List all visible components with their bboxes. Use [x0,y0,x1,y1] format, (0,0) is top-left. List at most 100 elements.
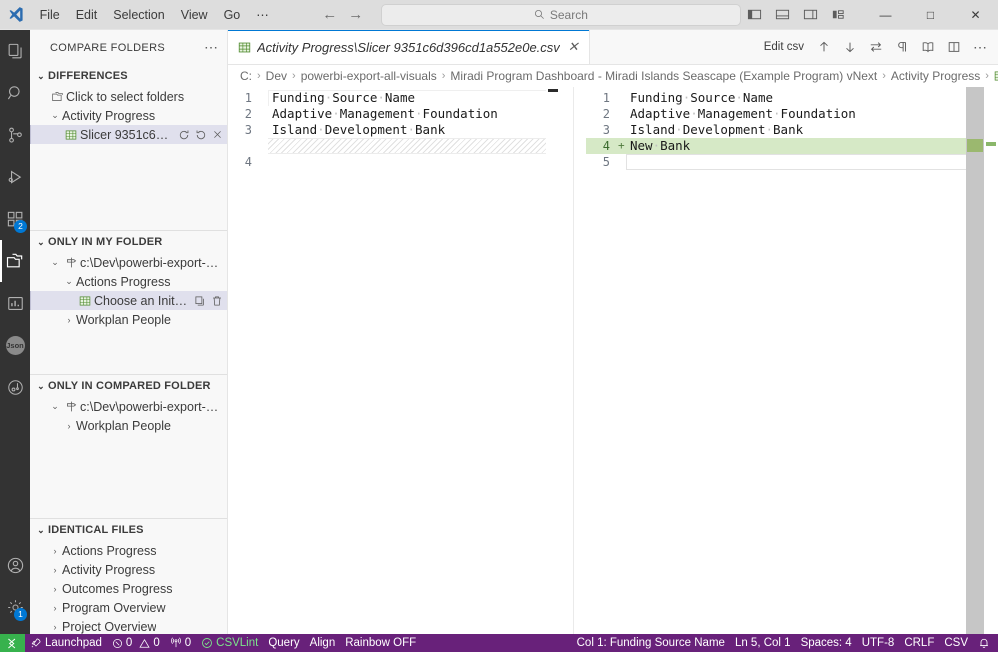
menu-edit[interactable]: Edit [68,0,106,30]
sidebar-row-folder-path-compared[interactable]: ⌄ c:\Dev\powerbi-export-all... [30,397,227,416]
modified-overview-ruler[interactable] [984,87,998,634]
modified-file-pane[interactable]: 1 Funding·Source·Name 2 Adaptive·Managem… [586,87,998,634]
menu-view[interactable]: View [173,0,216,30]
command-center-search[interactable]: Search [380,3,741,26]
original-overview-ruler[interactable] [546,87,560,634]
sidebar-row-group-actions-progress[interactable]: ⌄ Actions Progress [30,272,227,291]
status-align[interactable]: Align [305,634,341,652]
minimap[interactable] [966,87,984,634]
diff-editor-sash[interactable] [560,87,586,634]
activity-item-manage-settings[interactable]: 1 [0,586,30,628]
status-query[interactable]: Query [263,634,304,652]
status-notifications[interactable] [973,634,998,652]
editor-tab-activity-progress-slicer[interactable]: Activity Progress\Slicer 9351c6d396cd1a5… [228,30,590,64]
section-header-only-in-my-folder[interactable]: ⌄ ONLY IN MY FOLDER [30,231,227,253]
activity-item-git-graph[interactable] [0,366,30,408]
remote-window-indicator[interactable] [0,634,25,652]
chevron-right-icon: › [67,420,71,431]
activity-item-search[interactable] [0,72,30,114]
layout-sidebar-right-icon[interactable] [797,2,823,28]
section-header-only-in-compared-folder[interactable]: ⌄ ONLY IN COMPARED FOLDER [30,375,227,397]
activity-item-accounts[interactable] [0,544,30,586]
sidebar-row-group-workplan-people[interactable]: › Workplan People [30,310,227,329]
layout-panel-icon[interactable] [769,2,795,28]
breadcrumb-item-powerbi-export-all-visuals[interactable]: powerbi-export-all-visuals [301,69,437,83]
original-file-pane[interactable]: 1 Funding·Source·Name 2 Adaptive·Managem… [228,87,560,634]
breadcrumb-item-dev[interactable]: Dev [266,69,287,83]
menu-go[interactable]: Go [216,0,249,30]
trash-icon[interactable] [211,295,223,307]
activity-item-explorer[interactable] [0,30,30,72]
activity-item-source-control[interactable] [0,114,30,156]
sidebar-row-identical-actions-progress[interactable]: › Actions Progress [30,541,227,560]
status-eol[interactable]: CRLF [899,634,939,652]
status-encoding[interactable]: UTF-8 [857,634,900,652]
sidebar-row-file-choose-an-initiative[interactable]: Choose an Initiative... [30,291,227,310]
window-close-button[interactable]: ✕ [953,0,998,30]
previous-change-button[interactable] [812,33,836,61]
section-header-identical-files[interactable]: ⌄ IDENTICAL FILES [30,519,227,541]
sidebar-more-actions-button[interactable]: ⋯ [204,39,219,56]
next-change-button[interactable] [838,33,862,61]
breadcrumb-item-miradi-program-dashboard[interactable]: Miradi Program Dashboard - Miradi Island… [450,69,877,83]
menu-file[interactable]: File [32,0,68,30]
status-csv-lint[interactable]: CSVLint [196,634,263,652]
status-rainbow-csv[interactable]: Rainbow OFF [340,634,421,652]
sidebar-row-click-to-select-folders[interactable]: › Click to select folders [30,87,227,106]
breadcrumb-item-drive[interactable]: C: [240,69,252,83]
status-csv-column-info[interactable]: Col 1: Funding Source Name [572,634,730,652]
activity-item-chart-viewer[interactable] [0,282,30,324]
sidebar-row-group-workplan-people-compared[interactable]: › Workplan People [30,416,227,435]
toggle-inline-view-button[interactable] [942,33,966,61]
revert-icon[interactable] [195,129,207,141]
sidebar-row-identical-program-overview[interactable]: › Program Overview [30,598,227,617]
window-minimize-button[interactable]: — [863,0,908,30]
arrow-left-icon[interactable]: ← [319,4,341,26]
layout-sidebar-left-icon[interactable] [741,2,767,28]
arrow-right-icon[interactable]: → [345,4,367,26]
sidebar-row-identical-activity-progress[interactable]: › Activity Progress [30,560,227,579]
edit-csv-button[interactable]: Edit csv [758,33,810,61]
code-line: 3 Island·Development·Bank [586,122,998,138]
activity-item-json-tools[interactable]: Json [0,324,30,366]
swap-sides-button[interactable] [864,33,888,61]
sidebar-row-identical-outcomes-progress[interactable]: › Outcomes Progress [30,579,227,598]
status-indentation[interactable]: Spaces: 4 [796,634,857,652]
section-header-differences[interactable]: ⌄ DIFFERENCES [30,65,227,87]
refresh-icon[interactable] [178,129,190,141]
breadcrumb-item-slicer-file[interactable]: Slicer 935... [994,69,998,83]
copy-icon[interactable] [194,295,206,307]
status-ports[interactable]: 0 [165,634,196,652]
status-cursor-position[interactable]: Ln 5, Col 1 [730,634,796,652]
activity-item-run-and-debug[interactable] [0,156,30,198]
menu-more[interactable]: ⋯ [248,0,277,30]
status-problems[interactable]: 0 0 [107,634,165,652]
close-icon[interactable]: ✕ [568,39,579,55]
activity-item-extensions[interactable]: 2 [0,198,30,240]
sidebar-row-identical-project-overview[interactable]: › Project Overview [30,617,227,634]
sidebar-row-label: Click to select folders [66,89,185,104]
code-line: 3 Island·Development·Bank [228,122,560,138]
status-launchpad[interactable]: Launchpad [25,634,107,652]
layout-customize-icon[interactable] [825,2,851,28]
sidebar-row-label: Actions Progress [62,543,157,558]
more-actions-button[interactable]: ⋯ [968,33,992,61]
menu-selection[interactable]: Selection [105,0,172,30]
vscode-logo-icon [0,6,32,23]
code-line-cursor: 5 [586,154,998,170]
breadcrumb-item-activity-progress[interactable]: Activity Progress [891,69,980,83]
sidebar-row-group-activity-progress[interactable]: ⌄ Activity Progress [30,106,227,125]
line-number: 3 [244,123,252,137]
diff-editor: 1 Funding·Source·Name 2 Adaptive·Managem… [228,87,998,634]
chevron-down-icon: ⌄ [37,70,45,81]
editor-area: Activity Progress\Slicer 9351c6d396cd1a5… [228,30,998,634]
toggle-whitespace-button[interactable] [890,33,914,61]
line-text: Adaptive·Management·Foundation [630,106,856,121]
open-book-button[interactable] [916,33,940,61]
status-language-mode[interactable]: CSV [939,634,973,652]
window-maximize-button[interactable]: □ [908,0,953,30]
sidebar-row-file-slicer-diff[interactable]: Slicer 9351c6d39... [30,125,227,144]
close-icon[interactable] [212,129,223,140]
activity-item-compare-folders[interactable] [0,240,30,282]
sidebar-row-folder-path-my[interactable]: ⌄ c:\Dev\powerbi-export-all... [30,253,227,272]
